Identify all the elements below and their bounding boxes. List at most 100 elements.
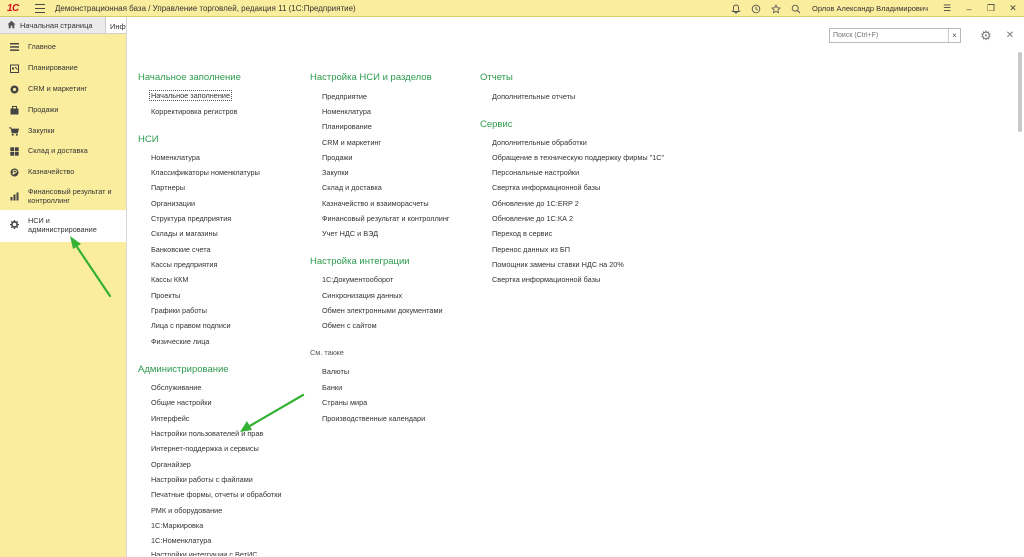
link-admin[interactable]: Органайзер <box>151 460 191 469</box>
link-initial-fill[interactable]: Начальное заполнение <box>149 90 233 101</box>
link-admin[interactable]: Обслуживание <box>151 383 201 392</box>
link-see-also[interactable]: Валюты <box>322 367 349 376</box>
link-integration[interactable]: Обмен электронными документами <box>322 306 443 315</box>
sidebar-item-crm[interactable]: CRM и маркетинг <box>0 84 126 94</box>
sidebar-item-treasury[interactable]: Казначейство <box>0 167 126 177</box>
warehouse-icon <box>9 146 19 156</box>
link-nsi[interactable]: Организации <box>151 199 195 208</box>
link-nsi[interactable]: Классификаторы номенклатуры <box>151 168 260 177</box>
link-nsi-setup[interactable]: Финансовый результат и контроллинг <box>322 214 450 223</box>
link-see-also[interactable]: Страны мира <box>322 398 367 407</box>
link-service[interactable]: Обновление до 1С:КА 2 <box>492 214 573 223</box>
link-admin[interactable]: Интерфейс <box>151 414 189 423</box>
link-nsi[interactable]: Лица с правом подписи <box>151 321 231 330</box>
minimize-icon[interactable]: – <box>958 0 980 17</box>
sidebar-item-finance[interactable]: Финансовый результат и контроллинг <box>0 187 126 205</box>
favorites-icon[interactable] <box>766 0 786 17</box>
section-title-nsi: НСИ <box>138 134 159 145</box>
link-nsi-setup[interactable]: Продажи <box>322 153 352 162</box>
window-title: Демонстрационная база / Управление торго… <box>55 3 356 13</box>
link-nsi-setup[interactable]: Казначейство и взаиморасчеты <box>322 199 429 208</box>
planning-icon <box>9 63 19 73</box>
link-admin[interactable]: 1С:Маркировка <box>151 521 203 530</box>
restore-icon[interactable]: ❐ <box>980 0 1002 17</box>
cart-icon <box>9 126 19 136</box>
link-nsi-setup[interactable]: Склад и доставка <box>322 183 382 192</box>
link-see-also[interactable]: Банки <box>322 383 342 392</box>
home-icon <box>7 20 16 31</box>
link-nsi[interactable]: Структура предприятия <box>151 214 231 223</box>
link-admin[interactable]: 1С:Номенклатура <box>151 536 211 545</box>
link-nsi-setup[interactable]: Учет НДС и ВЭД <box>322 229 378 238</box>
link-admin[interactable]: Общие настройки <box>151 398 212 407</box>
link-nsi-setup[interactable]: Номенклатура <box>322 107 371 116</box>
section-title-see-also: См. также <box>310 348 344 357</box>
sections-panel: Главное Планирование CRM и маркетинг Про… <box>0 34 126 557</box>
link-integration[interactable]: Обмен с сайтом <box>322 321 377 330</box>
link-nsi-setup[interactable]: Предприятие <box>322 92 367 101</box>
link-service[interactable]: Переход в сервис <box>492 229 552 238</box>
link-nsi[interactable]: Номенклатура <box>151 153 200 162</box>
sidebar-item-sales[interactable]: Продажи <box>0 105 126 115</box>
link-admin[interactable]: РМК и оборудование <box>151 506 222 515</box>
link-service[interactable]: Свертка информационной базы <box>492 183 600 192</box>
link-nsi[interactable]: Проекты <box>151 291 180 300</box>
link-admin[interactable]: Интернет-поддержка и сервисы <box>151 444 259 453</box>
tab-bar: Начальная страница Инф <box>0 17 126 34</box>
close-window-icon[interactable]: ✕ <box>1002 0 1024 17</box>
crm-icon <box>9 84 19 94</box>
link-see-also[interactable]: Производственные календари <box>322 414 425 423</box>
link-admin[interactable]: Настройки работы с файлами <box>151 475 253 484</box>
close-form-icon[interactable]: ✕ <box>1004 28 1016 43</box>
link-admin[interactable]: Настройки интеграции с ВетИС <box>151 550 258 556</box>
window-menu-icon[interactable]: ☰ <box>936 0 958 17</box>
sidebar-item-warehouse[interactable]: Склад и доставка <box>0 146 126 156</box>
history-icon[interactable] <box>746 0 766 17</box>
link-service[interactable]: Дополнительные обработки <box>492 138 587 147</box>
link-service[interactable]: Обновление до 1С:ERP 2 <box>492 199 579 208</box>
link-service[interactable]: Свертка информационной базы <box>492 275 600 284</box>
link-nsi[interactable]: Склады и магазины <box>151 229 218 238</box>
settings-gear-icon[interactable]: ⚙ <box>978 28 994 43</box>
link-nsi[interactable]: Кассы предприятия <box>151 260 217 269</box>
sidebar-item-main[interactable]: Главное <box>0 42 126 52</box>
hamburger-icon <box>9 42 19 52</box>
link-service[interactable]: Обращение в техническую поддержку фирмы … <box>492 153 664 162</box>
tab-info[interactable]: Инф <box>106 17 126 33</box>
link-nsi[interactable]: Кассы ККМ <box>151 275 188 284</box>
search-icon[interactable] <box>786 0 806 17</box>
title-bar: 1С Демонстрационная база / Управление то… <box>0 0 1024 17</box>
treasury-icon <box>9 167 19 177</box>
main-panel: × ⚙ ✕ Начальное заполнение Начальное зап… <box>126 17 1024 557</box>
section-title-admin: Администрирование <box>138 364 229 375</box>
sidebar-item-planning[interactable]: Планирование <box>0 63 126 73</box>
link-integration[interactable]: Синхронизация данных <box>322 291 402 300</box>
main-menu-icon[interactable] <box>35 3 45 13</box>
link-nsi[interactable]: Банковские счета <box>151 245 211 254</box>
link-nsi-setup[interactable]: CRM и маркетинг <box>322 138 381 147</box>
bell-icon[interactable] <box>726 0 746 17</box>
link-service[interactable]: Перенос данных из БП <box>492 245 570 254</box>
chart-icon <box>9 191 19 201</box>
link-admin[interactable]: Печатные формы, отчеты и обработки <box>151 490 282 499</box>
link-nsi-setup[interactable]: Планирование <box>322 122 372 131</box>
current-user[interactable]: Орлов Александр Владимирович <box>812 4 928 13</box>
link-integration[interactable]: 1С:Документооборот <box>322 275 393 284</box>
link-register-correction[interactable]: Корректировка регистров <box>151 107 237 116</box>
link-service[interactable]: Помощник замены ставки НДС на 20% <box>492 260 624 269</box>
link-nsi-setup[interactable]: Закупки <box>322 168 349 177</box>
link-user-settings-rights[interactable]: Настройки пользователей и прав <box>151 429 263 438</box>
sidebar-item-nsi-admin[interactable]: НСИ и администрирование <box>0 210 126 242</box>
scrollbar[interactable] <box>1018 52 1022 132</box>
tab-home[interactable]: Начальная страница <box>0 17 106 33</box>
sales-icon <box>9 105 19 115</box>
link-service[interactable]: Персональные настройки <box>492 168 579 177</box>
search-input[interactable] <box>830 29 948 42</box>
search-box[interactable]: × <box>829 28 961 43</box>
sidebar-item-purchases[interactable]: Закупки <box>0 126 126 136</box>
link-nsi[interactable]: Физические лица <box>151 337 209 346</box>
link-nsi[interactable]: Графики работы <box>151 306 207 315</box>
link-nsi[interactable]: Партнеры <box>151 183 185 192</box>
clear-search-icon[interactable]: × <box>948 29 960 42</box>
link-reports[interactable]: Дополнительные отчеты <box>492 92 575 101</box>
